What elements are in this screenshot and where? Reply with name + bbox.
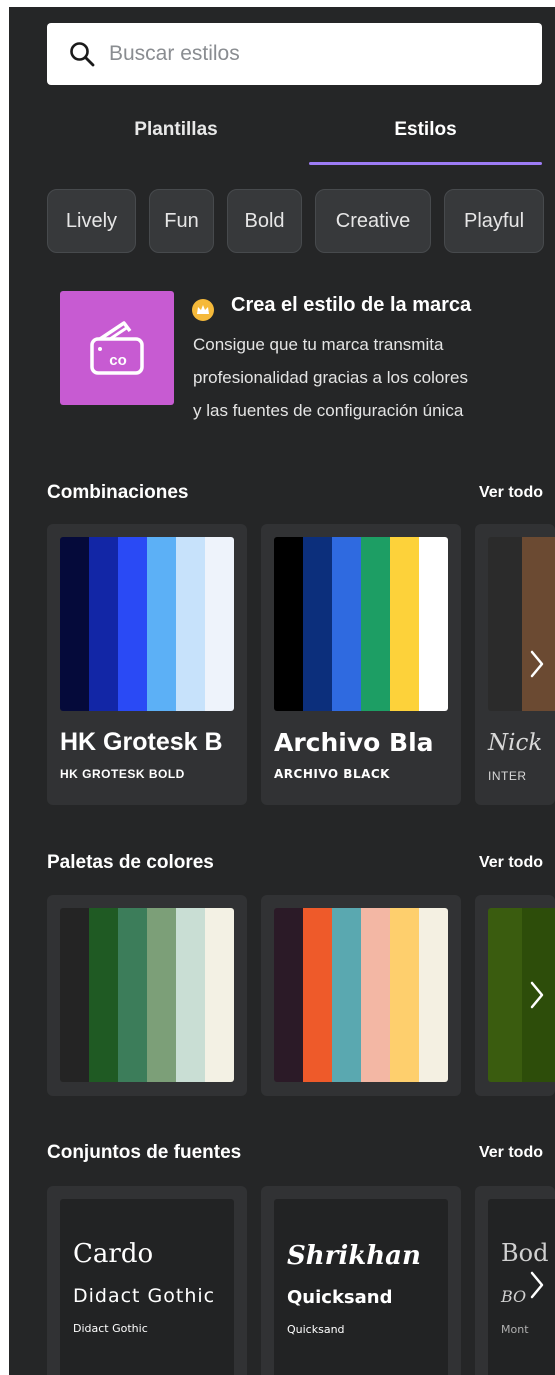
combination-card-archivo-black[interactable]: Archivo Bla ARCHIVO BLACK [261, 524, 461, 805]
palette-swatches [274, 908, 448, 1082]
chip-lively[interactable]: Lively [47, 189, 136, 253]
tab-label: Estilos [394, 119, 457, 140]
font-set-subheading: Quicksand [287, 1287, 393, 1308]
brand-kit-image-text: co [109, 352, 127, 369]
chip-fun[interactable]: Fun [149, 189, 214, 253]
section-title-paletas: Paletas de colores [47, 852, 214, 873]
combination-swatches [60, 537, 234, 711]
combination-subheading: INTER [488, 769, 527, 783]
chip-creative[interactable]: Creative [315, 189, 431, 253]
chip-label: Creative [335, 209, 411, 232]
chevron-right-icon [530, 981, 544, 1009]
scroll-right-button[interactable] [519, 624, 555, 704]
font-set-preview: Cardo Didact Gothic Didact Gothic [60, 1199, 234, 1375]
chevron-right-icon [530, 1271, 544, 1299]
search-input[interactable] [107, 41, 511, 67]
palette-card[interactable] [261, 895, 461, 1096]
combination-swatches [274, 537, 448, 711]
font-set-heading: Cardo [73, 1239, 154, 1269]
crown-icon [192, 299, 214, 321]
tab-label: Plantillas [134, 119, 218, 140]
search-icon [70, 42, 95, 67]
active-tab-indicator [309, 162, 542, 165]
font-set-heading: Shrikhan [287, 1241, 421, 1271]
chip-label: Lively [65, 209, 118, 232]
combination-heading: Nick [488, 730, 543, 756]
combination-heading: HK Grotesk B [60, 728, 223, 756]
font-set-body: Didact Gothic [73, 1322, 148, 1335]
promo-description-line: Consigue que tu marca transmita [193, 335, 444, 354]
section-title-combinaciones: Combinaciones [47, 482, 189, 503]
chip-label: Fun [164, 209, 199, 232]
promo-description-line: profesionalidad gracias a los colores [193, 368, 468, 387]
chip-label: Playful [463, 209, 525, 232]
promo-description-line: y las fuentes de configuración única [193, 401, 464, 420]
search-box[interactable] [47, 23, 542, 85]
font-set-card-shrikhand[interactable]: Shrikhan Quicksand Quicksand [261, 1186, 461, 1375]
chip-label: Bold [244, 209, 285, 232]
combination-subheading: ARCHIVO BLACK [274, 767, 390, 781]
promo-title[interactable]: Crea el estilo de la marca [231, 294, 471, 317]
combination-heading: Archivo Bla [274, 728, 434, 757]
combination-subheading: HK GROTESK BOLD [60, 767, 185, 781]
scroll-right-button[interactable] [519, 1245, 555, 1325]
scroll-right-button[interactable] [519, 955, 555, 1035]
brand-kit-icon: co [90, 321, 144, 375]
font-set-subheading: Didact Gothic [73, 1285, 216, 1307]
see-all-fuentes-link[interactable]: Ver todo [479, 1144, 543, 1162]
styles-panel: Plantillas Estilos Lively Fun Bold Creat… [9, 7, 555, 1375]
font-set-card-cardo[interactable]: Cardo Didact Gothic Didact Gothic [47, 1186, 247, 1375]
chip-bold[interactable]: Bold [227, 189, 302, 253]
section-title-fuentes: Conjuntos de fuentes [47, 1142, 242, 1163]
chip-playful[interactable]: Playful [444, 189, 544, 253]
tab-estilos[interactable]: Estilos [309, 115, 542, 165]
promo-description: Consigue que tu marca transmita profesio… [193, 328, 543, 427]
combination-card-hk-grotesk[interactable]: HK Grotesk B HK GROTESK BOLD [47, 524, 247, 805]
brand-kit-image[interactable]: co [60, 291, 174, 405]
font-set-body: Quicksand [287, 1323, 345, 1336]
see-all-combinaciones-link[interactable]: Ver todo [479, 484, 543, 502]
see-all-paletas-link[interactable]: Ver todo [479, 854, 543, 872]
chevron-right-icon [530, 650, 544, 678]
tab-plantillas[interactable]: Plantillas [61, 115, 291, 163]
palette-card[interactable] [47, 895, 247, 1096]
font-set-preview: Shrikhan Quicksand Quicksand [274, 1199, 448, 1375]
palette-swatches [60, 908, 234, 1082]
